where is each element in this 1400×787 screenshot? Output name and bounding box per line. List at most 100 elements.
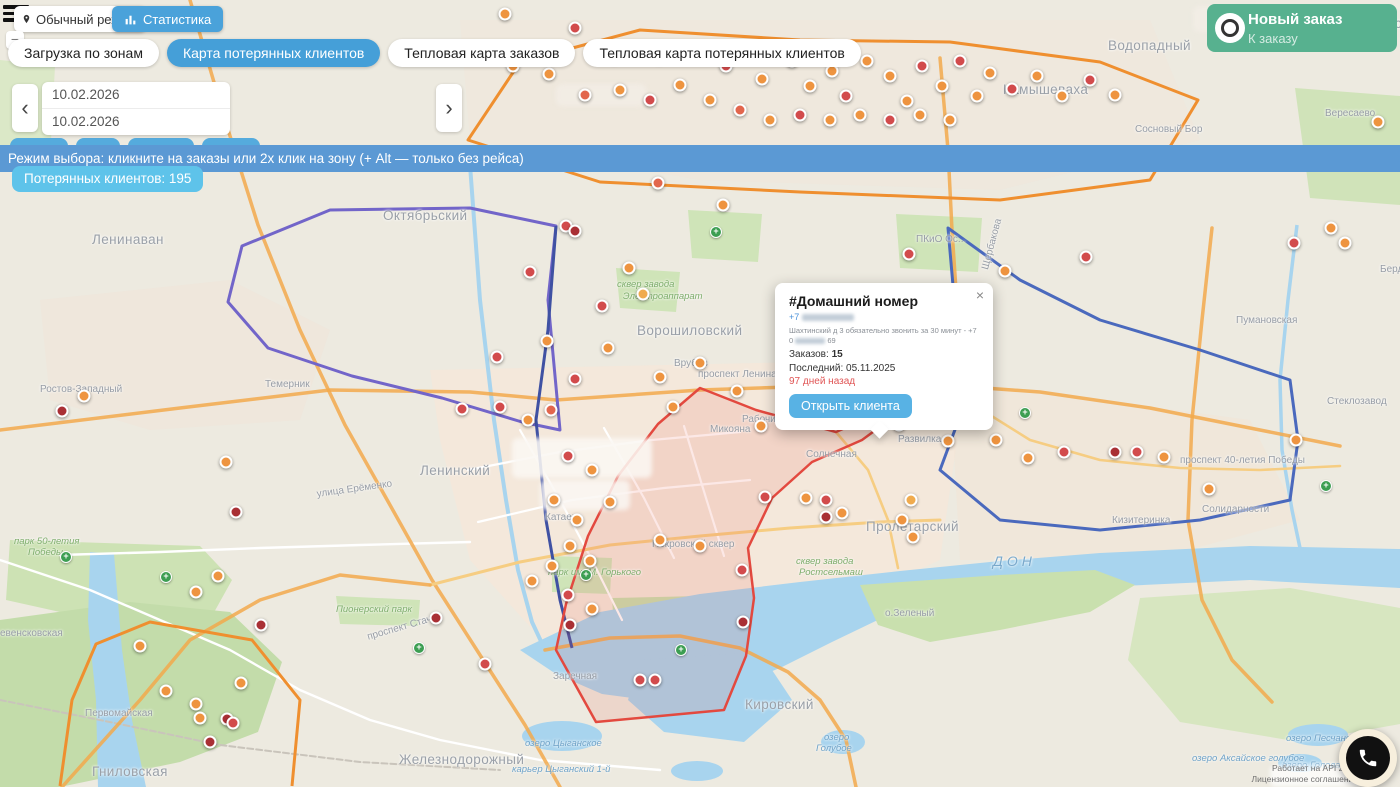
date-to-input[interactable]: 10.02.2026 bbox=[42, 109, 230, 135]
client-marker[interactable] bbox=[674, 79, 687, 92]
client-marker[interactable] bbox=[569, 373, 582, 386]
client-marker[interactable] bbox=[541, 335, 554, 348]
client-marker[interactable] bbox=[614, 84, 627, 97]
client-marker[interactable] bbox=[545, 404, 558, 417]
client-marker[interactable] bbox=[235, 677, 248, 690]
client-marker[interactable] bbox=[1080, 251, 1093, 264]
client-marker[interactable] bbox=[942, 435, 955, 448]
client-marker[interactable] bbox=[704, 94, 717, 107]
client-marker[interactable] bbox=[836, 507, 849, 520]
client-marker[interactable] bbox=[134, 640, 147, 653]
client-marker[interactable] bbox=[694, 540, 707, 553]
prev-period-button[interactable]: ‹ bbox=[12, 84, 38, 132]
client-marker[interactable] bbox=[717, 199, 730, 212]
client-marker[interactable] bbox=[78, 390, 91, 403]
tab-lost-clients-map[interactable]: Карта потерянных клиентов bbox=[167, 39, 380, 67]
call-button[interactable] bbox=[1339, 729, 1397, 787]
client-marker[interactable] bbox=[571, 514, 584, 527]
client-marker[interactable] bbox=[623, 262, 636, 275]
client-marker[interactable] bbox=[736, 564, 749, 577]
client-marker[interactable] bbox=[1372, 116, 1385, 129]
client-marker[interactable] bbox=[1006, 83, 1019, 96]
client-marker[interactable] bbox=[901, 95, 914, 108]
client-marker[interactable] bbox=[896, 514, 909, 527]
client-marker[interactable] bbox=[637, 288, 650, 301]
tab-orders-heatmap[interactable]: Тепловая карта заказов bbox=[388, 39, 575, 67]
client-marker[interactable] bbox=[602, 342, 615, 355]
client-marker[interactable] bbox=[586, 464, 599, 477]
client-marker[interactable] bbox=[755, 420, 768, 433]
client-marker[interactable] bbox=[903, 248, 916, 261]
client-marker[interactable] bbox=[194, 712, 207, 725]
client-marker[interactable] bbox=[569, 225, 582, 238]
client-marker[interactable] bbox=[564, 619, 577, 632]
client-marker[interactable] bbox=[491, 351, 504, 364]
client-marker[interactable] bbox=[884, 70, 897, 83]
client-marker[interactable] bbox=[1084, 74, 1097, 87]
client-marker[interactable] bbox=[586, 603, 599, 616]
client-marker[interactable] bbox=[804, 80, 817, 93]
client-marker[interactable] bbox=[936, 80, 949, 93]
client-marker[interactable] bbox=[562, 589, 575, 602]
client-marker[interactable] bbox=[56, 405, 69, 418]
client-marker[interactable] bbox=[212, 570, 225, 583]
client-marker[interactable] bbox=[820, 511, 833, 524]
client-marker[interactable] bbox=[564, 540, 577, 553]
client-marker[interactable] bbox=[230, 506, 243, 519]
client-marker[interactable] bbox=[667, 401, 680, 414]
client-marker[interactable] bbox=[479, 658, 492, 671]
client-marker[interactable] bbox=[548, 494, 561, 507]
client-marker[interactable] bbox=[999, 265, 1012, 278]
statistics-button[interactable]: Статистика bbox=[112, 6, 223, 32]
client-marker[interactable] bbox=[759, 491, 772, 504]
client-marker[interactable] bbox=[737, 616, 750, 629]
client-marker[interactable] bbox=[794, 109, 807, 122]
client-marker[interactable] bbox=[255, 619, 268, 632]
to-order-link[interactable]: К заказу bbox=[1248, 31, 1298, 46]
client-marker[interactable] bbox=[1131, 446, 1144, 459]
client-marker[interactable] bbox=[954, 55, 967, 68]
client-marker[interactable] bbox=[604, 496, 617, 509]
client-marker[interactable] bbox=[905, 494, 918, 507]
client-marker[interactable] bbox=[907, 531, 920, 544]
client-marker[interactable] bbox=[1058, 446, 1071, 459]
client-marker[interactable] bbox=[190, 586, 203, 599]
client-marker[interactable] bbox=[1325, 222, 1338, 235]
client-marker[interactable] bbox=[800, 492, 813, 505]
client-marker[interactable] bbox=[562, 450, 575, 463]
client-marker[interactable] bbox=[494, 401, 507, 414]
client-marker[interactable] bbox=[854, 109, 867, 122]
client-marker[interactable] bbox=[579, 89, 592, 102]
client-marker[interactable] bbox=[1109, 446, 1122, 459]
client-marker[interactable] bbox=[861, 55, 874, 68]
client-marker[interactable] bbox=[522, 414, 535, 427]
client-marker[interactable] bbox=[820, 494, 833, 507]
client-marker[interactable] bbox=[1288, 237, 1301, 250]
client-marker[interactable] bbox=[840, 90, 853, 103]
license-link[interactable]: Лицензионное соглашение bbox=[1252, 774, 1359, 785]
client-marker[interactable] bbox=[652, 177, 665, 190]
tab-lost-clients-heatmap[interactable]: Тепловая карта потерянных клиентов bbox=[583, 39, 860, 67]
tab-zone-load[interactable]: Загрузка по зонам bbox=[8, 39, 159, 67]
new-order-panel[interactable]: Новый заказ К заказу bbox=[1207, 4, 1397, 52]
client-marker[interactable] bbox=[1290, 434, 1303, 447]
client-marker[interactable] bbox=[190, 698, 203, 711]
client-marker[interactable] bbox=[971, 90, 984, 103]
client-marker[interactable] bbox=[649, 674, 662, 687]
client-marker[interactable] bbox=[734, 104, 747, 117]
open-client-button[interactable]: Открыть клиента bbox=[789, 394, 912, 418]
client-marker[interactable] bbox=[526, 575, 539, 588]
client-marker[interactable] bbox=[430, 612, 443, 625]
client-marker[interactable] bbox=[499, 8, 512, 21]
client-marker[interactable] bbox=[1109, 89, 1122, 102]
client-marker[interactable] bbox=[731, 385, 744, 398]
client-marker[interactable] bbox=[944, 114, 957, 127]
client-marker[interactable] bbox=[884, 114, 897, 127]
client-marker[interactable] bbox=[546, 560, 559, 573]
client-marker[interactable] bbox=[824, 114, 837, 127]
client-marker[interactable] bbox=[204, 736, 217, 749]
client-marker[interactable] bbox=[634, 674, 647, 687]
client-marker[interactable] bbox=[914, 109, 927, 122]
client-marker[interactable] bbox=[764, 114, 777, 127]
client-marker[interactable] bbox=[984, 67, 997, 80]
